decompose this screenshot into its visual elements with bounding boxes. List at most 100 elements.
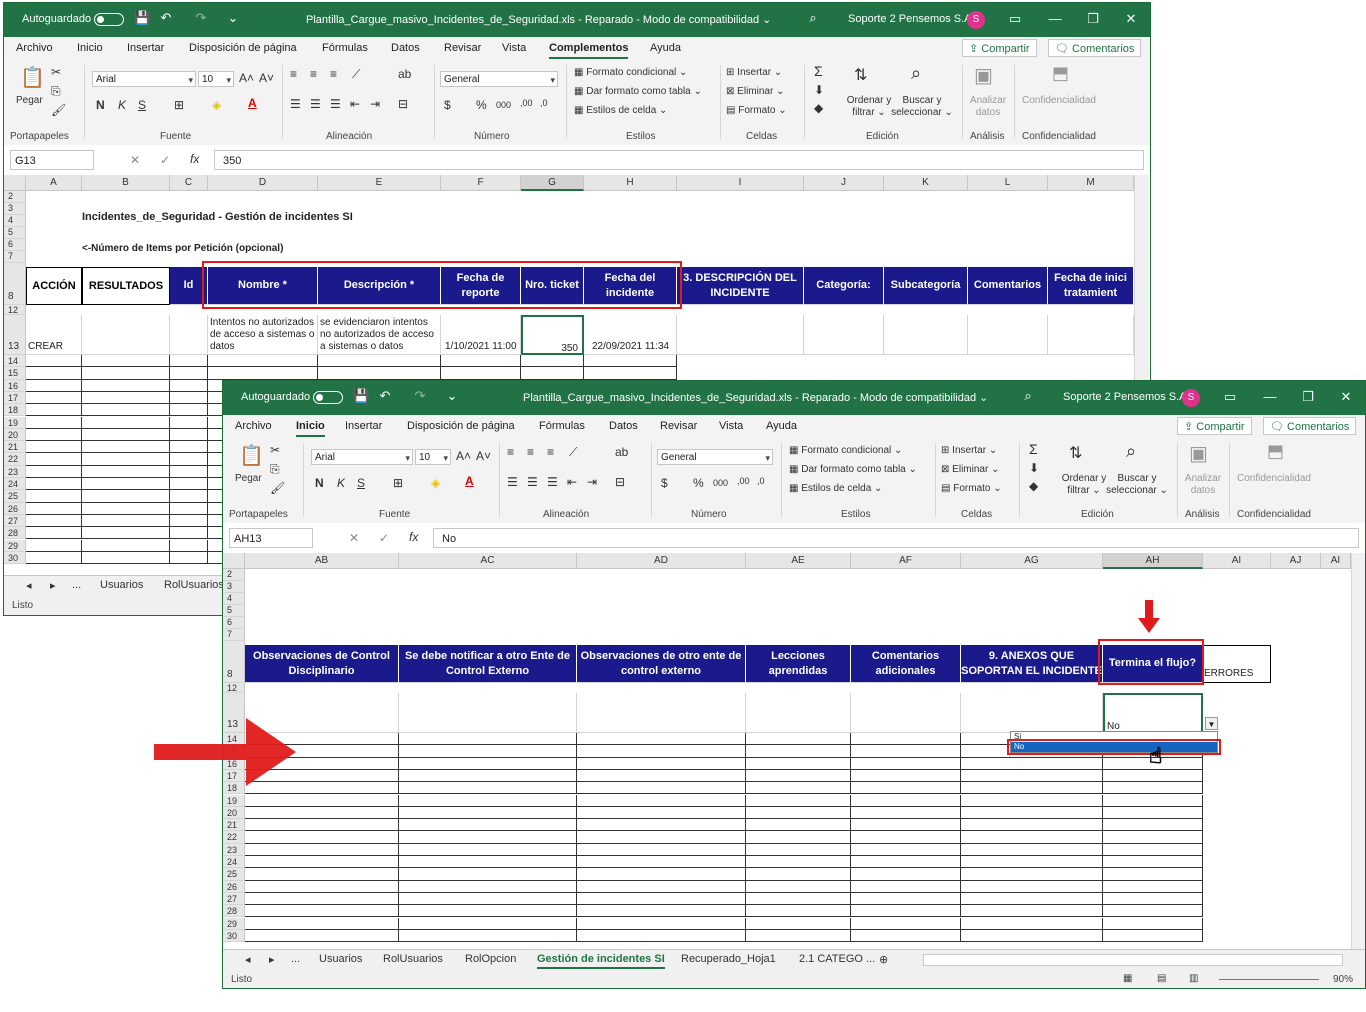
- vertical-scrollbar[interactable]: [1351, 553, 1365, 951]
- find-select-label[interactable]: Buscar y seleccionar ⌄: [890, 95, 954, 119]
- column-header[interactable]: F: [441, 175, 521, 191]
- font-color-icon[interactable]: A: [465, 474, 474, 488]
- fill-color-icon[interactable]: ◈: [212, 98, 221, 112]
- grid-cell[interactable]: [1103, 806, 1203, 820]
- header-notificar-ente[interactable]: Se debe notificar a otro Ente de Control…: [399, 645, 577, 683]
- grid-cell[interactable]: [245, 831, 399, 844]
- grid-cell[interactable]: [245, 868, 399, 881]
- grid-cell[interactable]: [851, 917, 961, 930]
- grid-cell[interactable]: [961, 868, 1103, 881]
- autosum-icon[interactable]: Σ: [814, 63, 823, 79]
- grid-cell[interactable]: [170, 367, 208, 380]
- align-right-icon[interactable]: ☰: [330, 97, 341, 111]
- tab-nav-more[interactable]: ...: [72, 579, 81, 591]
- sort-filter-label[interactable]: Ordenar y filtrar ⌄: [1059, 473, 1109, 497]
- row-header[interactable]: 25: [223, 868, 245, 881]
- cancel-icon[interactable]: ✕: [349, 531, 359, 545]
- grid-cell[interactable]: [399, 819, 577, 832]
- align-left-icon[interactable]: ☰: [290, 97, 301, 111]
- grid-cell[interactable]: [82, 478, 170, 491]
- grid-cell[interactable]: [577, 880, 746, 893]
- enter-icon[interactable]: ✓: [379, 531, 389, 545]
- column-header[interactable]: AI: [1321, 553, 1351, 569]
- grid-cell[interactable]: [961, 831, 1103, 844]
- row-header[interactable]: 27: [4, 514, 26, 528]
- cell-empty[interactable]: [399, 693, 577, 733]
- grid-cell[interactable]: [26, 490, 82, 503]
- column-header[interactable]: AG: [961, 553, 1103, 569]
- format-painter-icon[interactable]: 🖌: [270, 481, 285, 495]
- sheet-tab[interactable]: Recuperado_Hoja1: [681, 953, 776, 965]
- delete-cells-button[interactable]: ⊠ Eliminar ⌄: [941, 464, 999, 475]
- align-right-icon[interactable]: ☰: [547, 475, 558, 489]
- grid-cell[interactable]: [170, 416, 208, 429]
- row-header[interactable]: 24: [223, 856, 245, 869]
- row-header[interactable]: 2: [4, 191, 26, 203]
- grid-cell[interactable]: [318, 367, 441, 380]
- grid-cell[interactable]: [82, 453, 170, 466]
- grid-cell[interactable]: [82, 527, 170, 540]
- row-header[interactable]: 27: [223, 892, 245, 906]
- row-header[interactable]: 30: [4, 551, 26, 565]
- tab-formulas[interactable]: Fórmulas: [539, 420, 585, 432]
- close-button[interactable]: ✕: [1331, 387, 1361, 407]
- format-cells-button[interactable]: ▤ Formato ⌄: [726, 105, 787, 116]
- grid-cell[interactable]: [961, 806, 1103, 820]
- tab-complementos[interactable]: Complementos: [549, 42, 629, 59]
- header-comentarios[interactable]: Comentarios: [968, 267, 1048, 305]
- currency-icon[interactable]: $: [661, 476, 668, 490]
- grid-cell[interactable]: [245, 905, 399, 918]
- grid-cell[interactable]: [399, 905, 577, 918]
- ribbon-display-icon[interactable]: ▭: [1215, 387, 1245, 407]
- column-header[interactable]: A: [26, 175, 82, 191]
- cell-resultados[interactable]: [82, 315, 170, 355]
- cut-icon[interactable]: ✂: [51, 65, 61, 79]
- column-header[interactable]: I: [677, 175, 804, 191]
- cancel-icon[interactable]: ✕: [130, 153, 140, 167]
- tab-nav-more[interactable]: ...: [291, 953, 300, 965]
- select-all[interactable]: [223, 553, 245, 569]
- grid-cell[interactable]: [746, 831, 851, 844]
- format-as-table-button[interactable]: ▦ Dar formato como tabla ⌄: [574, 86, 702, 97]
- add-sheet-icon[interactable]: ⊕: [879, 953, 888, 966]
- formula-input[interactable]: 350: [214, 150, 1144, 170]
- grid-cell[interactable]: [26, 416, 82, 429]
- tab-formulas[interactable]: Fórmulas: [322, 42, 368, 54]
- restore-button[interactable]: ❐: [1078, 9, 1108, 29]
- header-fecha-inicio[interactable]: Fecha de inici tratamient: [1048, 267, 1134, 305]
- analyze-data-label[interactable]: Analizar datos: [1181, 473, 1225, 497]
- cell-styles-button[interactable]: ▦ Estilos de celda ⌄: [789, 483, 882, 494]
- grid-cell[interactable]: [26, 465, 82, 478]
- grid-cell[interactable]: [245, 929, 399, 943]
- align-center-icon[interactable]: ☰: [527, 475, 538, 489]
- grid-cell[interactable]: [399, 794, 577, 807]
- undo-icon[interactable]: ↶: [378, 389, 392, 403]
- row-header[interactable]: 22: [223, 831, 245, 844]
- close-button[interactable]: ✕: [1116, 9, 1146, 29]
- tab-nav-prev[interactable]: ◂: [245, 953, 251, 966]
- grid-cell[interactable]: [746, 892, 851, 906]
- termina-flujo-cell[interactable]: No: [1103, 693, 1203, 733]
- conditional-format-button[interactable]: ▦ Formato condicional ⌄: [789, 445, 902, 456]
- grid-cell[interactable]: [399, 831, 577, 844]
- grid-cell[interactable]: [577, 892, 746, 906]
- row-header[interactable]: 24: [4, 478, 26, 491]
- share-button[interactable]: ⇪ Compartir: [1177, 417, 1252, 435]
- sheet-tab[interactable]: 2.1 CATEGO ...: [799, 953, 875, 965]
- grid-cell[interactable]: [577, 843, 746, 856]
- grid-cell[interactable]: [399, 880, 577, 893]
- row-header[interactable]: 15: [4, 367, 26, 380]
- indent-decrease-icon[interactable]: ⇤: [567, 475, 577, 489]
- sheet-tab[interactable]: Usuarios: [319, 953, 362, 965]
- search-icon[interactable]: ⌕: [1021, 389, 1035, 403]
- grid-cell[interactable]: [746, 794, 851, 807]
- borders-icon[interactable]: ⊞: [174, 98, 184, 112]
- find-select-label[interactable]: Buscar y seleccionar ⌄: [1105, 473, 1169, 497]
- grid-cell[interactable]: [1103, 769, 1203, 783]
- merge-center-icon[interactable]: ⊟: [615, 475, 625, 489]
- indent-increase-icon[interactable]: ⇥: [370, 97, 380, 111]
- save-icon[interactable]: 💾: [134, 11, 150, 25]
- grid-cell[interactable]: [851, 892, 961, 906]
- grid-cell[interactable]: [82, 539, 170, 552]
- font-size-select[interactable]: 10: [198, 71, 234, 88]
